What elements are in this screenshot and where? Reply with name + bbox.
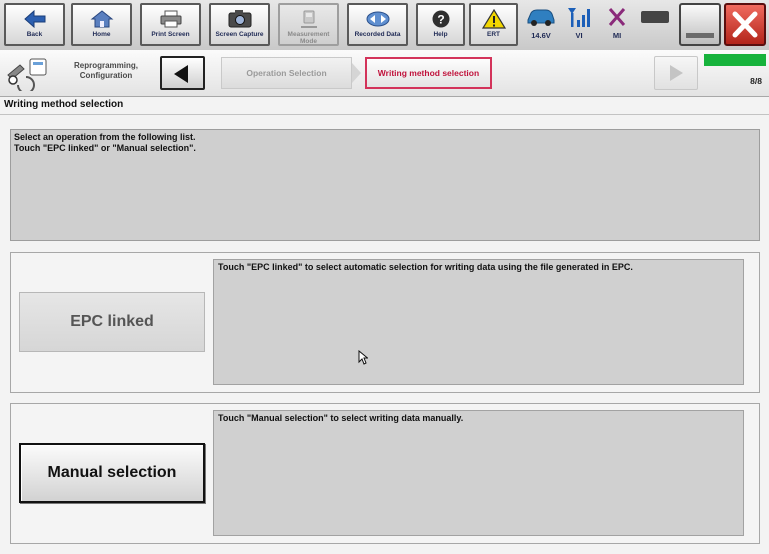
print-screen-button[interactable]: Print Screen (140, 3, 201, 46)
minimize-button[interactable] (679, 3, 721, 46)
manual-selection-button[interactable]: Manual selection (19, 443, 205, 503)
vi-label: VI (575, 31, 583, 40)
back-button-label: Back (26, 31, 43, 38)
breadcrumb-step-writing-method-selection: Writing method selection (365, 57, 492, 89)
progress-fill (704, 54, 766, 66)
warning-icon (481, 9, 506, 29)
mouse-cursor-icon (358, 350, 368, 365)
epc-linked-description: Touch "EPC linked" to select automatic s… (213, 259, 744, 385)
screen-capture-button[interactable]: Screen Capture (209, 3, 270, 46)
measurement-mode-button[interactable]: Measurement Mode (278, 3, 339, 46)
home-button[interactable]: Home (71, 3, 132, 46)
connector-status (636, 6, 674, 44)
manual-selection-description: Touch "Manual selection" to select writi… (213, 410, 744, 536)
progress-track (704, 54, 766, 66)
next-step-button[interactable] (654, 56, 698, 90)
instruction-line: Select an operation from the following l… (14, 132, 196, 142)
disconnected-x-icon (608, 8, 626, 26)
previous-step-button[interactable] (160, 56, 205, 90)
printer-icon (160, 10, 181, 28)
help-icon: ? (432, 10, 449, 28)
divider (0, 114, 769, 115)
screen-capture-button-label: Screen Capture (215, 31, 264, 38)
page-title: Writing method selection (4, 99, 124, 110)
recorded-data-icon (366, 11, 389, 27)
close-button[interactable] (724, 3, 766, 46)
help-button-label: Help (433, 31, 448, 38)
progress-counter: 8/8 (750, 76, 762, 86)
toolbar: Back Home Print Screen Screen Capture Me… (0, 0, 769, 51)
home-icon (90, 10, 113, 28)
svg-text:?: ? (437, 13, 444, 27)
ert-button-label: ERT (487, 31, 500, 38)
breadcrumb-step-operation-selection[interactable]: Operation Selection (221, 57, 352, 89)
mi-label: MI (612, 31, 622, 40)
recorded-data-button-label: Recorded Data (354, 31, 401, 38)
breadcrumb-separator (352, 63, 361, 83)
signal-icon (568, 8, 590, 27)
vi-status: VI (560, 6, 598, 44)
back-button[interactable]: Back (4, 3, 65, 46)
breadcrumb: Reprogramming, Configuration Operation S… (0, 50, 769, 97)
connector-icon (641, 11, 669, 23)
help-button[interactable]: ? Help (416, 3, 465, 46)
epc-linked-button[interactable]: EPC linked (19, 292, 205, 352)
back-arrow-icon (23, 9, 45, 29)
close-icon (732, 11, 758, 38)
recorded-data-button[interactable]: Recorded Data (347, 3, 408, 46)
measurement-mode-button-label: Measurement Mode (287, 31, 330, 45)
reprogramming-icon (7, 58, 47, 91)
instruction-panel: Select an operation from the following l… (10, 129, 760, 241)
battery-status: 14.6V (522, 6, 560, 44)
step-progress: 8/8 (704, 54, 766, 92)
instruction-line: Touch "EPC linked" or "Manual selection"… (14, 143, 196, 153)
measurement-icon (300, 10, 317, 28)
section-title: Reprogramming, Configuration (73, 61, 138, 80)
epc-linked-panel: EPC linked Touch "EPC linked" to select … (10, 252, 760, 393)
print-screen-button-label: Print Screen (151, 31, 190, 38)
car-icon (527, 9, 555, 26)
home-button-label: Home (92, 31, 111, 38)
manual-selection-panel: Manual selection Touch "Manual selection… (10, 403, 760, 544)
mi-status: MI (598, 6, 636, 44)
ert-button[interactable]: ERT (469, 3, 518, 46)
camera-icon (228, 10, 251, 28)
battery-voltage: 14.6V (531, 31, 551, 40)
